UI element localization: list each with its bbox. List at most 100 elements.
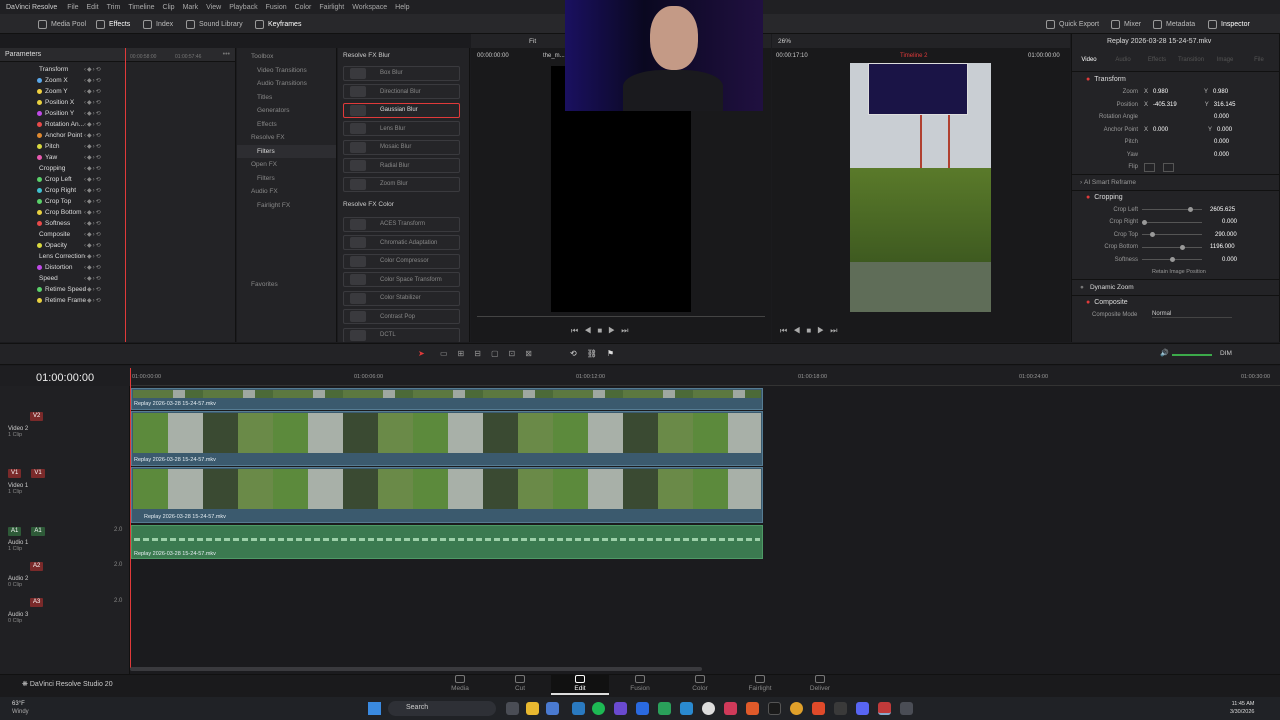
keyframe-controls[interactable]: ‹◆›⟲ <box>84 253 102 260</box>
metadata-button[interactable]: Metadata <box>1153 14 1195 34</box>
crop-right-value[interactable]: 0.000 <box>1222 219 1237 225</box>
app-icon[interactable] <box>546 702 559 715</box>
anchor-y-value[interactable]: 0.000 <box>1217 127 1232 133</box>
softness-value[interactable]: 0.000 <box>1222 257 1237 263</box>
effects-tree-category[interactable]: Open FX <box>237 158 336 172</box>
mixer-button[interactable]: Mixer <box>1111 14 1141 34</box>
parameter-row[interactable]: Retime Frame ‹◆›⟲ <box>0 295 235 306</box>
timeline-timecode[interactable]: 01:00:00:00 <box>0 366 130 384</box>
keyframe-controls[interactable]: ‹◆›⟲ <box>84 121 102 128</box>
crop-left-knob[interactable] <box>1187 207 1193 213</box>
video-clip-v1[interactable]: Replay 2026-03-28 15-24-57.mkv <box>131 467 763 523</box>
track-a1-source-badge[interactable]: A1 <box>8 527 22 536</box>
softness-knob[interactable] <box>1170 257 1175 263</box>
menu-edit[interactable]: Edit <box>87 4 99 11</box>
program-video-frame[interactable] <box>850 63 991 312</box>
menu-mark[interactable]: Mark <box>183 4 199 11</box>
track-v1-badge[interactable]: V1 <box>31 469 45 478</box>
flip-horizontal-button[interactable] <box>1144 162 1155 172</box>
effect-item[interactable]: Radial Blur <box>343 158 460 173</box>
parameter-row[interactable]: Anchor Point ‹◆›⟲ <box>0 130 235 141</box>
crop-top-value[interactable]: 290.000 <box>1215 232 1237 238</box>
crop-right-knob[interactable] <box>1142 219 1147 225</box>
page-tab-fairlight[interactable]: Fairlight <box>731 675 789 695</box>
parameter-group[interactable]: Composite ‹◆›⟲ <box>0 229 235 240</box>
windows-start-icon[interactable] <box>368 702 381 715</box>
menu-file[interactable]: File <box>67 4 78 11</box>
timeline-zoom[interactable]: 26% <box>778 38 791 45</box>
parameter-group[interactable]: Cropping ‹◆›⟲ <box>0 163 235 174</box>
keyframe-controls[interactable]: ‹◆›⟲ <box>84 220 102 227</box>
effect-item[interactable]: Chromatic Adaptation <box>343 235 460 250</box>
cropping-enabled-dot[interactable]: ● <box>1086 194 1090 201</box>
tab-audio[interactable]: Audio <box>1106 57 1140 63</box>
audio-clip-a1[interactable]: Replay 2026-03-28 15-24-57.mkv <box>131 525 763 559</box>
track-v1-source-badge[interactable]: V1 <box>8 469 22 478</box>
effects-tree-category[interactable]: Audio FX <box>237 185 336 199</box>
crop-bottom-slider[interactable] <box>1142 244 1202 250</box>
tab-effects[interactable]: Effects <box>1140 57 1174 63</box>
parameter-row[interactable]: Position X ‹◆›⟲ <box>0 97 235 108</box>
effect-item[interactable]: Color Space Transform <box>343 272 460 287</box>
parameter-group[interactable]: Lens Correction ‹◆›⟲ <box>0 251 235 262</box>
crop-left-value[interactable]: 2605.625 <box>1210 207 1235 213</box>
parameter-row[interactable]: Crop Left ‹◆›⟲ <box>0 174 235 185</box>
page-tab-deliver[interactable]: Deliver <box>791 675 849 695</box>
task-view-icon[interactable] <box>506 702 519 715</box>
app-icon[interactable] <box>572 702 585 715</box>
parameter-row[interactable]: Rotation An... ‹◆›⟲ <box>0 119 235 130</box>
effect-item[interactable]: Color Stabilizer <box>343 290 460 306</box>
retain-image-position-row[interactable]: Retain Image Position <box>1072 266 1279 279</box>
favorites-label[interactable]: Favorites <box>251 281 278 288</box>
effects-tree-item[interactable]: Video Transitions <box>237 64 336 78</box>
page-tab-fusion[interactable]: Fusion <box>611 675 669 695</box>
parameter-row[interactable]: Softness ‹◆›⟲ <box>0 218 235 229</box>
selection-tool-icon[interactable]: ➤ <box>418 349 425 358</box>
spotify-icon[interactable] <box>592 702 605 715</box>
crop-left-slider[interactable] <box>1142 207 1202 213</box>
app-icon[interactable] <box>900 702 913 715</box>
composite-mode-select[interactable]: Normal <box>1152 311 1232 319</box>
parameter-row[interactable]: Position Y ‹◆›⟲ <box>0 108 235 119</box>
tab-file[interactable]: File <box>1242 57 1276 63</box>
keyframe-controls[interactable]: ‹◆›⟲ <box>84 143 102 150</box>
app-icon[interactable] <box>614 702 627 715</box>
timeline-name[interactable]: Timeline 2 <box>900 53 927 59</box>
effects-tree-item[interactable]: Filters <box>237 172 336 186</box>
effect-item[interactable]: DCTL <box>343 327 460 342</box>
taskbar-clock[interactable]: 11:45 AM 3/30/2026 <box>1230 700 1254 716</box>
crop-right-slider[interactable] <box>1142 219 1202 225</box>
effects-tree-item[interactable]: Fairlight FX <box>237 199 336 213</box>
page-tab-color[interactable]: Color <box>671 675 729 695</box>
page-tab-cut[interactable]: Cut <box>491 675 549 695</box>
position-x-value[interactable]: -405.319 <box>1153 102 1177 108</box>
yaw-value[interactable]: 0.000 <box>1214 152 1229 158</box>
track-a1-badge[interactable]: A1 <box>31 527 45 536</box>
effects-tree-category[interactable]: Toolbox <box>237 50 336 64</box>
parameter-row[interactable]: Crop Bottom ‹◆›⟲ <box>0 207 235 218</box>
transform-enabled-dot[interactable]: ● <box>1086 76 1090 83</box>
cropping-section[interactable]: ● Cropping <box>1072 189 1279 204</box>
chrome-icon[interactable] <box>790 702 803 715</box>
smart-reframe-section[interactable]: › AI Smart Reframe <box>1072 173 1279 190</box>
anchor-x-value[interactable]: 0.000 <box>1153 127 1168 133</box>
effect-item[interactable]: Lens Blur <box>343 121 460 136</box>
dynamic-zoom-section[interactable]: ● Dynamic Zoom <box>1072 278 1279 295</box>
effects-tree-item[interactable]: Titles <box>237 91 336 105</box>
rotation-value[interactable]: 0.000 <box>1214 114 1229 120</box>
keyframe-controls[interactable]: ‹◆›⟲ <box>84 165 102 172</box>
track-v2-badge[interactable]: V2 <box>30 412 44 421</box>
tab-image[interactable]: Image <box>1208 57 1242 63</box>
video-clip-v2[interactable]: Replay 2026-03-28 15-24-57.mkv <box>131 411 763 466</box>
menu-trim[interactable]: Trim <box>107 4 121 11</box>
file-explorer-icon[interactable] <box>526 702 539 715</box>
keyframe-controls[interactable]: ‹◆›⟲ <box>84 264 102 271</box>
keyframe-controls[interactable]: ‹◆›⟲ <box>84 209 102 216</box>
app-icon[interactable] <box>812 702 825 715</box>
index-button[interactable]: Index <box>143 14 173 34</box>
effects-tree-item[interactable]: Effects <box>237 118 336 132</box>
keyframe-controls[interactable]: ‹◆›⟲ <box>84 286 102 293</box>
dynamic-zoom-dot[interactable]: ● <box>1080 284 1084 291</box>
parameter-row[interactable]: Zoom X ‹◆›⟲ <box>0 75 235 86</box>
menu-workspace[interactable]: Workspace <box>352 4 387 11</box>
